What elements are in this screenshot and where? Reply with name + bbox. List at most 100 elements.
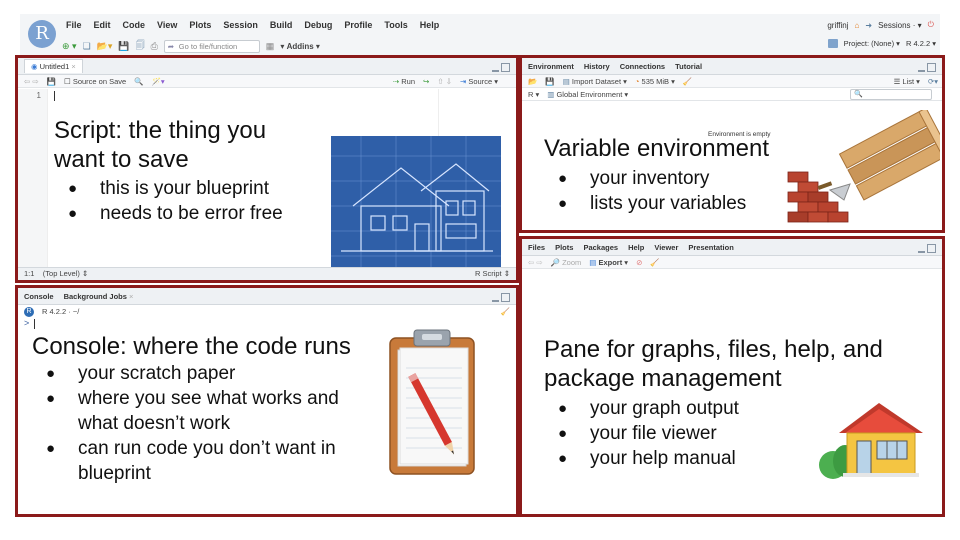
grid-icon[interactable]: ▦ [266, 41, 275, 52]
tab-help[interactable]: Help [628, 243, 644, 252]
source-on-save-checkbox[interactable]: ☐ Source on Save [64, 77, 126, 86]
power-icon[interactable]: ⏻ [928, 20, 934, 30]
menu-help[interactable]: Help [420, 20, 440, 30]
source-button[interactable]: ⇥ Source ▾ [460, 77, 498, 86]
menu-debug[interactable]: Debug [304, 20, 332, 30]
new-project-icon[interactable]: ❏ [83, 41, 91, 52]
env-scope-bar: R ▾ ▥ Global Environment ▾ 🔍 [522, 88, 942, 101]
export-menu[interactable]: ▤ Export ▾ [589, 258, 628, 267]
sessions-menu[interactable]: Sessions · ▾ [878, 21, 922, 30]
close-tab-icon[interactable]: × [71, 62, 75, 71]
broom-icon[interactable]: 🧹 [501, 307, 510, 316]
tab-history[interactable]: History [584, 62, 610, 71]
list-view-label: List [902, 76, 915, 86]
scope-label: (Top Level) [42, 269, 80, 278]
list-view-menu[interactable]: ☰ List ▾ [894, 77, 920, 86]
tab-plots[interactable]: Plots [555, 243, 573, 252]
window-controls-icon[interactable] [492, 63, 510, 72]
save-workspace-icon[interactable]: 💾 [545, 77, 554, 86]
menu-code[interactable]: Code [123, 20, 146, 30]
remove-plot-icon[interactable]: ⊘ [636, 258, 642, 267]
env-bullets: your inventory lists your variables [544, 166, 746, 216]
print-icon[interactable]: ⎙ [151, 41, 158, 52]
window-controls-icon[interactable] [918, 244, 936, 253]
env-heading: Variable environment [544, 135, 770, 162]
tab-untitled1-label: Untitled1 [39, 62, 70, 71]
env-icon: ▥ [547, 89, 555, 99]
tab-background-jobs[interactable]: Background Jobs × [64, 292, 134, 301]
files-bullets: your graph output your file viewer your … [544, 396, 739, 471]
broom-icon[interactable]: 🧹 [650, 258, 659, 267]
scope-menu[interactable]: (Top Level) ⇕ [43, 269, 88, 278]
wand-icon[interactable]: 🪄▾ [152, 77, 165, 86]
console-version: R 4.2.2 · ~/ [42, 307, 80, 316]
up-down-icon[interactable]: ⇧ ⇩ [437, 77, 452, 86]
tab-tutorial[interactable]: Tutorial [675, 62, 702, 71]
menu-file[interactable]: File [66, 20, 82, 30]
refresh-icon[interactable]: ⟳▾ [928, 77, 938, 86]
window-controls-icon[interactable] [918, 63, 936, 72]
back-forward-icon[interactable]: ⇦ ⇨ [528, 258, 543, 267]
console-infobar: R R 4.2.2 · ~/ 🧹 [18, 305, 516, 318]
r-version-label: R 4.2.2 [905, 39, 931, 48]
save-all-icon[interactable]: 🗐 [136, 38, 145, 54]
save-file-icon[interactable]: 💾 [47, 77, 56, 86]
plots-toolbar: ⇦ ⇨ 🔎 Zoom ▤ Export ▾ ⊘ 🧹 [522, 256, 942, 269]
menu-edit[interactable]: Edit [94, 20, 111, 30]
menu-session[interactable]: Session [223, 20, 258, 30]
home-icon[interactable]: ⌂ [855, 21, 860, 30]
new-file-icon[interactable]: ⊕ ▾ [62, 41, 77, 52]
menu-view[interactable]: View [157, 20, 177, 30]
source-icon: ⇥ [459, 76, 467, 86]
global-env-menu[interactable]: ▥ Global Environment ▾ [547, 90, 628, 99]
goto-file-input[interactable]: Go to file/function [163, 39, 260, 53]
script-heading-line2: want to save [54, 146, 189, 173]
broom-icon[interactable]: 🧹 [683, 77, 692, 86]
r-version-menu[interactable]: R 4.2.2 ▾ [906, 39, 936, 48]
zoom-button[interactable]: 🔎 Zoom [551, 258, 582, 267]
window-controls-icon[interactable] [492, 293, 510, 302]
addins-label: Addins [286, 41, 314, 51]
menu-plots[interactable]: Plots [189, 20, 211, 30]
tab-viewer[interactable]: Viewer [654, 243, 678, 252]
main-menu: File Edit Code View Plots Session Build … [66, 20, 439, 30]
tab-console[interactable]: Console [24, 292, 54, 301]
signout-icon[interactable]: ➜ [865, 21, 872, 30]
global-env-label: Global Environment [556, 89, 623, 99]
import-dataset-menu[interactable]: ▤ Import Dataset ▾ [563, 77, 627, 86]
language-menu[interactable]: R ▾ [528, 90, 539, 99]
close-tab-icon[interactable]: × [129, 292, 133, 301]
user-name: griffinj [827, 20, 849, 30]
tab-files[interactable]: Files [528, 243, 545, 252]
files-bullet: your graph output [544, 396, 739, 421]
env-search-input[interactable]: 🔍 [850, 88, 932, 100]
console-heading: Console: where the code runs [32, 333, 351, 360]
memory-menu[interactable]: ◔ 535 MiB ▾ [635, 77, 675, 86]
files-heading-line2: package management [544, 365, 782, 392]
menu-profile[interactable]: Profile [344, 20, 372, 30]
search-icon[interactable]: 🔍 [134, 77, 143, 86]
addins-menu[interactable]: ▾ Addins ▾ [280, 42, 320, 51]
tab-presentation[interactable]: Presentation [688, 243, 733, 252]
project-area: Project: (None) ▾ R 4.2.2 ▾ [827, 39, 936, 48]
tab-environment[interactable]: Environment [528, 62, 574, 71]
open-file-icon[interactable]: 📂▾ [97, 41, 113, 52]
project-menu[interactable]: Project: (None) ▾ [844, 39, 900, 48]
load-workspace-icon[interactable]: 📂 [528, 77, 537, 86]
run-button[interactable]: ⇢ Run [393, 77, 415, 86]
tab-untitled1[interactable]: ◉ Untitled1 × [24, 59, 83, 73]
zoom-label: Zoom [562, 257, 582, 267]
tab-connections[interactable]: Connections [620, 62, 665, 71]
language-label: R [528, 89, 534, 99]
menu-build[interactable]: Build [270, 20, 293, 30]
source-label: Source [468, 76, 493, 86]
tab-packages[interactable]: Packages [583, 243, 618, 252]
save-icon[interactable]: 💾 [118, 41, 129, 52]
files-heading: Pane for graphs, files, help, and packag… [544, 335, 883, 393]
back-forward-icon[interactable]: ⇦ ⇨ [24, 77, 39, 86]
rerun-icon[interactable]: ↪ [423, 77, 429, 86]
menu-tools[interactable]: Tools [384, 20, 407, 30]
environment-pane: Environment History Connections Tutorial… [519, 55, 945, 233]
file-type-menu[interactable]: R Script ⇕ [475, 268, 510, 280]
line-gutter: 1 [18, 89, 48, 267]
